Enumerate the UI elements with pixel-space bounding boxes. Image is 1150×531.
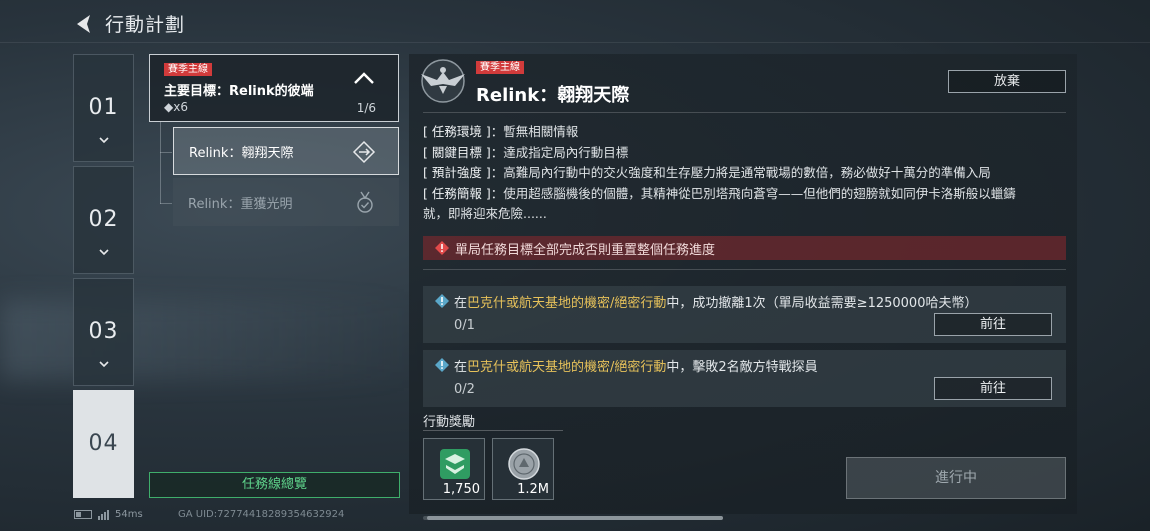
chevron-down-icon (98, 361, 109, 368)
ping-value: 54ms (115, 509, 143, 520)
season-main-tag: 賽季主線 (476, 61, 524, 74)
reward-quantity: 1.2M (517, 482, 549, 497)
go-button[interactable]: 前往 (934, 377, 1052, 400)
sub-mission-label: Relink：翱翔天際 (189, 145, 294, 161)
warning-diamond-icon (435, 241, 449, 255)
season-main-tag: 賽季主線 (164, 63, 212, 76)
mission-title: Relink：翱翔天際 (476, 85, 630, 106)
reward-quantity: 1,750 (442, 482, 480, 497)
task-progress: 0/1 (454, 318, 475, 333)
chapter-number: 03 (88, 319, 119, 344)
user-uid: GA UID:72774418289354632924 (178, 509, 345, 520)
header-divider (0, 42, 1150, 43)
main-mission-reward: ◆x6 (164, 100, 188, 114)
title-divider (423, 112, 1066, 113)
task-item: 在巴克什或航天基地的機密/絕密行動中，擊敗2名敵方特戰探員 0/2 前往 (423, 350, 1066, 407)
main-mission-title: 主要目標：Relink的彼端 (164, 84, 314, 99)
medal-check-icon (357, 191, 373, 213)
eagle-emblem-icon (421, 59, 465, 103)
warning-text: 單局任務目標全部完成否則重置整個任務進度 (455, 242, 716, 258)
info-diamond-icon (435, 294, 449, 308)
info-diamond-icon (435, 358, 449, 372)
chapter-tab-01[interactable]: 01 (73, 54, 134, 162)
battery-icon (74, 510, 92, 519)
chevron-down-icon (98, 137, 109, 144)
background-streak (0, 300, 420, 380)
chapter-tab-03[interactable]: 03 (73, 278, 134, 386)
info-row-environment: [ 任務環境 ]：暫無相關情報 (423, 124, 579, 139)
main-mission-card[interactable]: 賽季主線 主要目標：Relink的彼端 ◆x6 1/6 (149, 54, 399, 122)
signal-icon (98, 509, 109, 520)
task-description: 在巴克什或航天基地的機密/絕密行動中，成功撤離1次（單局收益需要≥1250000… (454, 296, 978, 311)
info-row-intensity: [ 預計強度 ]：高難局內行動中的交火強度和生存壓力將是通常戰場的數倍，務必做好… (423, 165, 991, 180)
tree-connector (160, 122, 161, 204)
info-row-briefing-continued: 就，即將迎來危險...... (423, 206, 547, 221)
chevron-up-icon[interactable] (352, 69, 376, 87)
chevron-down-icon (98, 249, 109, 256)
device-status: 54ms (74, 509, 143, 520)
silver-coin-icon (508, 448, 540, 480)
task-progress: 0/2 (454, 382, 475, 397)
reset-warning-banner: 單局任務目標全部完成否則重置整個任務進度 (423, 236, 1066, 260)
task-item: 在巴克什或航天基地的機密/絕密行動中，成功撤離1次（單局收益需要≥1250000… (423, 286, 1066, 343)
task-highlight: 巴克什或航天基地的機密/絕密行動 (467, 360, 667, 375)
task-highlight: 巴克什或航天基地的機密/絕密行動 (467, 296, 667, 311)
back-arrow-icon[interactable] (72, 12, 96, 36)
task-description: 在巴克什或航天基地的機密/絕密行動中，擊敗2名敵方特戰探員 (454, 360, 818, 375)
rewards-divider (423, 430, 563, 431)
go-button[interactable]: 前往 (934, 313, 1052, 336)
green-emblem-icon (440, 449, 470, 479)
sub-mission-item[interactable]: Relink：重獲光明 (173, 178, 399, 226)
rewards-title: 行動獎勵 (423, 415, 476, 430)
sub-mission-item-active[interactable]: Relink：翱翔天際 (173, 127, 399, 175)
info-row-briefing: [ 任務簡報 ]：使用超感腦機後的個體，其精神從巴別塔飛向蒼穹——但他們的翅膀就… (423, 185, 1016, 201)
target-diamond-icon (352, 140, 376, 164)
chapter-number: 04 (88, 431, 119, 456)
page-title: 行動計劃 (105, 14, 186, 36)
in-progress-button: 進行中 (846, 457, 1066, 499)
info-row-key-target: [ 關鍵目標 ]：達成指定局內行動目標 (423, 144, 629, 160)
mission-line-overview-button[interactable]: 任務線總覽 (149, 472, 400, 498)
main-mission-progress: 1/6 (356, 101, 376, 115)
reward-item[interactable]: 1.2M (492, 438, 554, 500)
sub-mission-label: Relink：重獲光明 (188, 196, 293, 212)
tree-connector (160, 152, 172, 153)
chapter-number: 02 (88, 207, 119, 232)
chapter-tab-04[interactable]: 04 (73, 390, 134, 498)
chapter-tab-02[interactable]: 02 (73, 166, 134, 274)
section-divider (423, 269, 1066, 270)
reward-item[interactable]: 1,750 (423, 438, 485, 500)
mission-info: [ 任務環境 ]：暫無相關情報 [ 關鍵目標 ]：達成指定局內行動目標 [ 預計… (423, 122, 1068, 225)
tree-connector (160, 203, 172, 204)
chapter-number: 01 (88, 95, 119, 120)
scrollbar-thumb[interactable] (427, 516, 723, 520)
abandon-button[interactable]: 放棄 (948, 70, 1066, 93)
